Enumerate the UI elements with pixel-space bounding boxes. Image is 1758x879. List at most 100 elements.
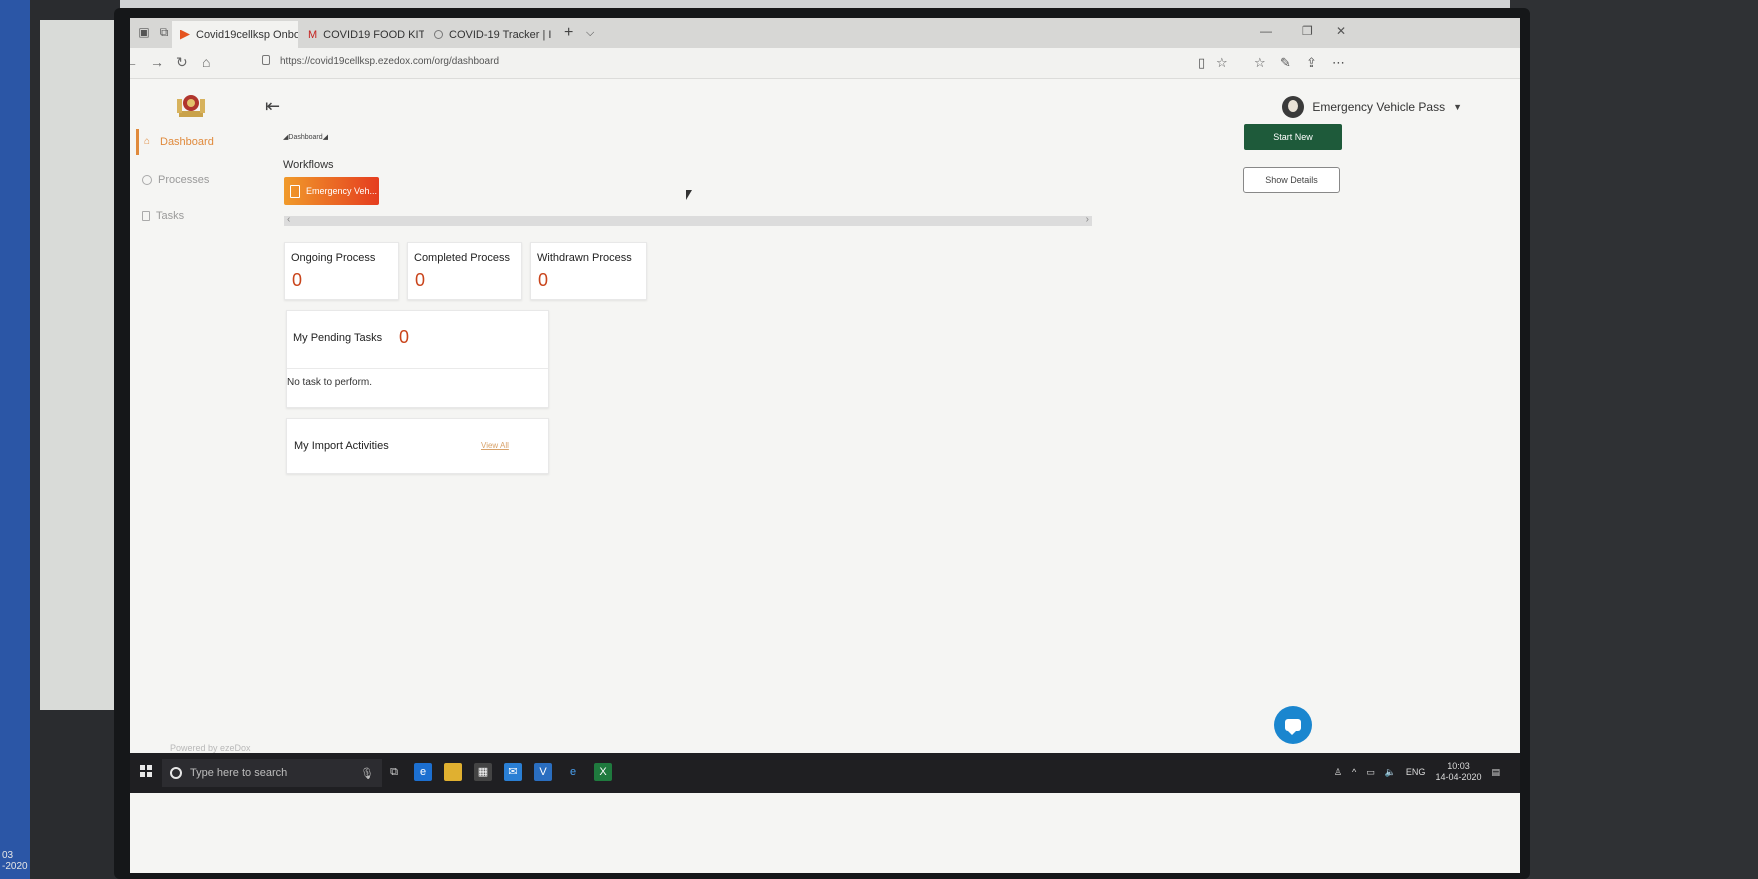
clock-date: 14-04-2020 (1435, 772, 1482, 782)
tab-onboard[interactable]: Covid19cellksp Onboar ✕ (172, 21, 298, 48)
gear-icon (142, 175, 152, 185)
pending-tasks-count: 0 (399, 327, 410, 347)
home-icon: ⌂ (144, 136, 151, 147)
new-tab-icon[interactable]: + (564, 24, 573, 42)
url-field[interactable]: https://covid19cellksp.ezedox.com/org/da… (280, 56, 499, 67)
collapse-sidebar-icon[interactable]: ⇤ (265, 96, 280, 117)
avatar (1282, 96, 1305, 118)
task-view-icon[interactable]: ⧉ (385, 763, 403, 781)
scroll-right-icon[interactable]: › (1086, 214, 1089, 225)
network-icon[interactable]: ▭ (1366, 767, 1375, 778)
home-icon[interactable]: ⌂ (202, 54, 210, 70)
karnataka-emblem-logo (175, 89, 207, 121)
clipboard-icon (142, 211, 150, 221)
empty-state-text: No task to perform. (287, 377, 373, 388)
active-indicator (136, 129, 139, 155)
sidebar-item-label: Processes (158, 174, 210, 186)
workflow-emergency-vehicle[interactable]: Emergency Veh... (284, 177, 379, 205)
minimize-icon[interactable]: — (1260, 24, 1272, 38)
mouse-cursor-icon (686, 190, 692, 200)
breadcrumb[interactable]: ◢Dashboard◢ (283, 133, 328, 141)
sidebar-item-tasks[interactable]: Tasks (142, 210, 184, 222)
taskbar-search-input[interactable]: Type here to search 🎙 (162, 759, 382, 787)
favorites-hub-icon[interactable]: ☆ (1254, 55, 1266, 71)
pending-tasks-title: My Pending Tasks (293, 332, 383, 344)
ongoing-process-card[interactable]: Ongoing Process 0 (284, 242, 399, 300)
people-icon[interactable]: ♙ (1334, 767, 1342, 778)
scroll-left-icon[interactable]: ‹ (287, 214, 290, 225)
lock-icon (262, 55, 270, 65)
document-icon (290, 184, 300, 198)
workflow-label: Emergency Veh... (306, 186, 378, 196)
language-indicator[interactable]: ENG (1406, 767, 1426, 777)
taskbar-clock[interactable]: 10:03 14-04-2020 (1435, 761, 1481, 783)
favorite-star-icon[interactable]: ☆ (1216, 55, 1228, 71)
store-icon[interactable]: ▦ (474, 763, 492, 781)
pending-tasks-panel: My Pending Tasks 0 No task to perform. (286, 310, 549, 408)
back-icon[interactable]: ← (130, 54, 138, 70)
restore-icon[interactable]: ❐ (1302, 24, 1313, 38)
windows-start-icon[interactable] (140, 765, 152, 777)
file-explorer-icon[interactable] (444, 763, 462, 781)
stat-value: 0 (415, 270, 426, 290)
chat-button[interactable] (1274, 706, 1312, 744)
view-all-link[interactable]: View All (481, 441, 509, 450)
sidebar-item-dashboard[interactable]: ⌂ Dashboard (136, 129, 214, 155)
adjacent-monitor (0, 0, 30, 879)
tray-chevron-icon[interactable]: ^ (1352, 767, 1356, 777)
stat-value: 0 (538, 270, 549, 290)
pen-icon[interactable]: ✎ (1280, 55, 1291, 71)
edge-icon[interactable]: e (414, 763, 432, 781)
import-activities-panel: My Import Activities View All (286, 418, 549, 474)
refresh-icon[interactable]: ↻ (176, 54, 188, 71)
show-details-button[interactable]: Show Details (1243, 167, 1340, 193)
microphone-icon[interactable]: 🎙 (360, 767, 374, 780)
breadcrumb-label: Dashboard (288, 134, 323, 141)
close-window-icon[interactable]: ✕ (1336, 24, 1346, 38)
import-activities-title: My Import Activities (294, 440, 389, 452)
sidebar-item-processes[interactable]: Processes (142, 174, 209, 186)
stat-label: Withdrawn Process (537, 252, 632, 264)
set-aside-tabs-icon[interactable]: ⧉ (156, 25, 172, 39)
workflows-scrollbar[interactable]: ‹ › (284, 214, 1092, 226)
stat-value: 0 (292, 270, 303, 290)
powered-by-text: Powered by ezeDox (170, 743, 251, 753)
search-placeholder: Type here to search (190, 767, 288, 779)
tab-favicon-icon (434, 30, 443, 39)
withdrawn-process-card[interactable]: Withdrawn Process 0 (530, 242, 647, 300)
more-icon[interactable]: ⋯ (1332, 55, 1345, 71)
excel-icon[interactable]: X (594, 763, 612, 781)
user-name: Emergency Vehicle Pass (1312, 100, 1446, 114)
windows-taskbar: Type here to search 🎙 ⧉ e ▦ ✉ V e X ♙ ^ … (130, 753, 1520, 793)
sidebar-item-label: Dashboard (160, 136, 214, 148)
volume-icon[interactable]: 🔈 (1385, 767, 1396, 778)
chevron-down-icon: ▼ (1453, 102, 1462, 112)
forward-icon[interactable]: → (150, 54, 164, 70)
mail-icon[interactable]: ✉ (504, 763, 522, 781)
user-menu[interactable]: Emergency Vehicle Pass ▼ (1282, 96, 1462, 118)
reading-view-icon[interactable]: ▯ (1198, 55, 1205, 71)
notifications-icon[interactable]: ▤ (1491, 767, 1500, 778)
start-new-button[interactable]: Start New (1244, 124, 1342, 150)
stat-label: Ongoing Process (291, 252, 376, 264)
cortana-icon (170, 767, 182, 779)
clock-time: 10:03 (1447, 761, 1470, 771)
pending-tasks-header: My Pending Tasks 0 (287, 311, 548, 369)
gmail-icon: M (308, 28, 318, 41)
vscode-icon[interactable]: V (534, 763, 552, 781)
adjacent-clock-text: 03 -2020 (2, 850, 28, 872)
internet-explorer-icon[interactable]: e (564, 763, 582, 781)
background-right (1510, 0, 1758, 879)
share-icon[interactable]: ⇪ (1306, 55, 1317, 71)
tab-food-kit[interactable]: M COVID19 FOOD KIT - dkcov (300, 21, 424, 48)
stat-label: Completed Process (414, 252, 510, 264)
tab-list-chevron-icon[interactable]: ⌵ (586, 27, 594, 40)
tab-actions-icon[interactable]: ▣ (136, 25, 152, 39)
tab-favicon-icon (180, 29, 190, 40)
sidebar-item-label: Tasks (156, 210, 185, 222)
address-bar: ← → ↻ ⌂ https://covid19cellksp.ezedox.co… (130, 48, 1520, 79)
tab-covid-tracker[interactable]: COVID-19 Tracker | India (426, 21, 552, 48)
tab-title: Covid19cellksp Onboar (196, 28, 298, 41)
completed-process-card[interactable]: Completed Process 0 (407, 242, 522, 300)
tab-title: COVID-19 Tracker | India (449, 28, 552, 41)
